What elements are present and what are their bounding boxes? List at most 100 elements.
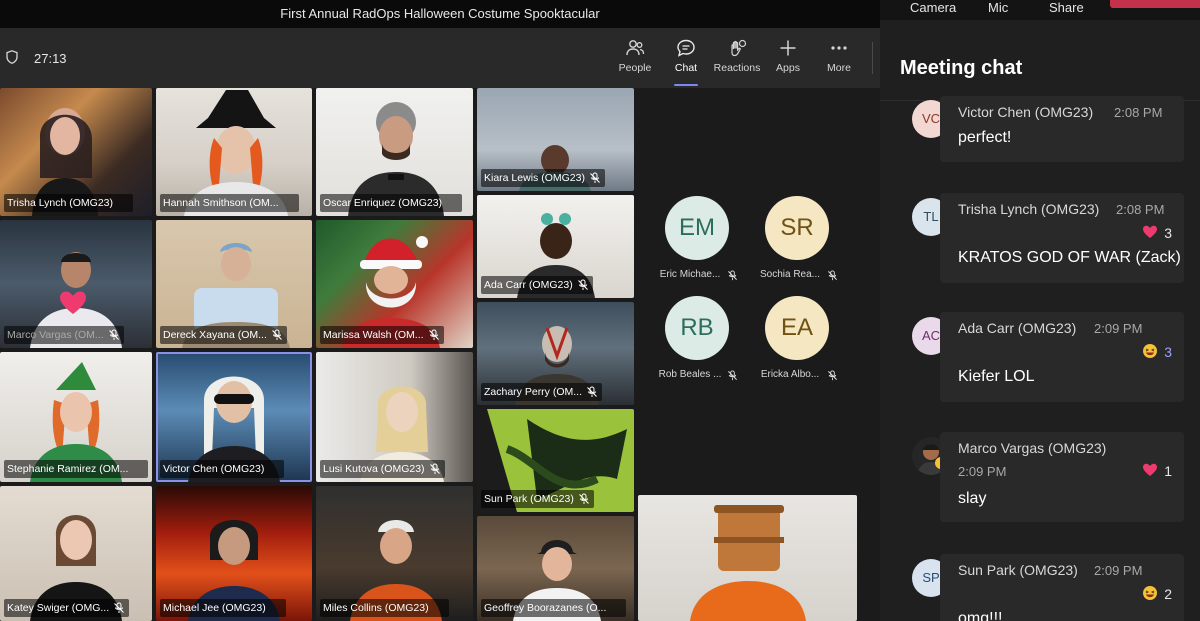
participant-name: Kiara Lewis (OMG23): [484, 172, 585, 184]
reactions-icon: [731, 39, 747, 57]
message-time: 2:08 PM: [1114, 105, 1163, 120]
self-view-tile[interactable]: [638, 495, 857, 621]
mic-off-icon: [428, 329, 439, 340]
message-sender: Marco Vargas (OMG23): [958, 440, 1107, 456]
participant-label: Rob Beales ...: [658, 369, 722, 380]
mic-off-icon: [590, 172, 600, 183]
chat-message[interactable]: Trisha Lynch (OMG23) 2:08 PM 3 KRATOS GO…: [940, 193, 1184, 283]
reaction-number: 1: [1164, 463, 1172, 479]
video-tile-trisha[interactable]: Trisha Lynch (OMG23): [0, 88, 152, 216]
mic-off-icon: [587, 386, 597, 397]
avatar: SR: [765, 196, 829, 260]
share-button[interactable]: Share: [1049, 0, 1084, 15]
video-tile-kiara[interactable]: Kiara Lewis (OMG23): [477, 88, 634, 191]
video-tile-lusi[interactable]: Lusi Kutova (OMG23): [316, 352, 473, 482]
participant-name: Michael Jee (OMG23): [163, 602, 266, 614]
reactions-label: Reactions: [713, 62, 761, 74]
video-tile-geoffrey[interactable]: Geoffrey Boorazanes (O...: [477, 516, 634, 621]
reactions-button[interactable]: Reactions: [712, 38, 762, 82]
message-sender: Victor Chen (OMG23): [958, 104, 1094, 120]
participant-name: Marissa Walsh (OM...: [323, 329, 424, 341]
participant-name: Lusi Kutova (OMG23): [323, 463, 425, 475]
mic-off-icon: [108, 329, 119, 340]
video-tile-marco[interactable]: Marco Vargas (OM...: [0, 220, 152, 348]
participant-name: Sun Park (OMG23): [484, 493, 574, 505]
audio-participant-ea[interactable]: EA Ericka Albo...: [752, 296, 842, 381]
reaction-number: 3: [1164, 344, 1172, 360]
chat-button[interactable]: Chat: [661, 38, 711, 86]
people-button[interactable]: People: [610, 38, 660, 82]
mic-off-icon: [728, 270, 737, 281]
meeting-toolbar: 27:13 People Chat Reactions Apps More: [0, 28, 880, 88]
window-titlebar: First Annual RadOps Halloween Costume Sp…: [0, 0, 880, 28]
nametag: Katey Swiger (OMG...: [4, 599, 130, 617]
avatar: EM: [665, 196, 729, 260]
message-time: 2:08 PM: [1116, 202, 1165, 217]
audio-participant-em[interactable]: EM Eric Michae...: [652, 196, 742, 281]
video-tile-ada[interactable]: Ada Carr (OMG23): [477, 195, 634, 298]
message-sender: Trisha Lynch (OMG23): [958, 201, 1100, 217]
participant-name: Ada Carr (OMG23): [484, 279, 573, 291]
mic-off-icon: [429, 463, 440, 474]
participant-name: Katey Swiger (OMG...: [7, 602, 110, 614]
participant-name: Dereck Xayana (OM...: [163, 329, 267, 341]
meeting-timer: 27:13: [34, 51, 67, 66]
video-tile-marissa[interactable]: Marissa Walsh (OM...: [316, 220, 473, 348]
video-tile-katey[interactable]: Katey Swiger (OMG...: [0, 486, 152, 621]
nametag: Hannah Smithson (OM...: [160, 194, 299, 212]
chat-message[interactable]: Victor Chen (OMG23) 2:08 PM perfect!: [940, 96, 1184, 162]
nametag: Marissa Walsh (OM...: [320, 326, 444, 344]
video-tile-sun[interactable]: Sun Park (OMG23): [477, 409, 634, 512]
participant-label: Sochia Rea...: [759, 269, 821, 280]
more-icon: [831, 46, 847, 50]
reaction-count[interactable]: 2: [1142, 585, 1172, 602]
plus-icon: [780, 40, 796, 56]
more-button[interactable]: More: [814, 38, 864, 82]
more-label: More: [827, 62, 851, 74]
avatar: EA: [765, 296, 829, 360]
reaction-count[interactable]: 1: [1142, 462, 1172, 479]
audio-participant-rb[interactable]: RB Rob Beales ...: [652, 296, 742, 381]
mic-off-icon: [271, 329, 282, 340]
avatar: RB: [665, 296, 729, 360]
video-tile-stephanie[interactable]: Stephanie Ramirez (OM...: [0, 352, 152, 482]
message-time: 2:09 PM: [1094, 321, 1143, 336]
chat-icon: [677, 39, 695, 57]
participant-name: Victor Chen (OMG23): [163, 463, 265, 475]
people-label: People: [618, 62, 652, 74]
participant-label: Ericka Albo...: [760, 369, 820, 380]
audio-participant-sr[interactable]: SR Sochia Rea...: [752, 196, 842, 281]
reaction-count[interactable]: 3: [1142, 343, 1172, 360]
participant-name: Hannah Smithson (OM...: [163, 197, 279, 209]
people-icon: [626, 40, 645, 56]
nametag: Oscar Enriquez (OMG23): [320, 194, 463, 212]
participant-name: Ericka Albo...: [752, 369, 842, 381]
leave-button[interactable]: [1110, 0, 1200, 8]
heart-icon: [1143, 463, 1158, 476]
participant-name: Rob Beales ...: [652, 369, 742, 381]
message-time: 2:09 PM: [958, 464, 1007, 479]
mic-toggle[interactable]: Mic: [988, 0, 1008, 15]
participant-name: Geoffrey Boorazanes (O...: [484, 602, 607, 614]
video-tile-michael[interactable]: Michael Jee (OMG23): [156, 486, 312, 621]
reaction-number: 2: [1164, 586, 1172, 602]
video-tile-dereck[interactable]: Dereck Xayana (OM...: [156, 220, 312, 348]
video-tile-oscar[interactable]: Oscar Enriquez (OMG23): [316, 88, 473, 216]
nametag: Sun Park (OMG23): [481, 490, 594, 508]
chat-message[interactable]: Marco Vargas (OMG23) 2:09 PM 1 slay: [940, 432, 1184, 522]
chat-message[interactable]: Ada Carr (OMG23) 2:09 PM 3 Kiefer LOL: [940, 312, 1184, 402]
apps-button[interactable]: Apps: [763, 38, 813, 82]
video-tile-hannah[interactable]: Hannah Smithson (OM...: [156, 88, 312, 216]
participant-name: Stephanie Ramirez (OM...: [7, 463, 129, 475]
chat-message[interactable]: Sun Park (OMG23) 2:09 PM 2 omg!!!: [940, 554, 1184, 621]
shield-icon[interactable]: [6, 50, 18, 64]
nametag: Geoffrey Boorazanes (O...: [481, 599, 627, 617]
video-tile-miles[interactable]: Miles Collins (OMG23): [316, 486, 473, 621]
reaction-count[interactable]: 3: [1142, 224, 1172, 241]
video-tile-zachary[interactable]: Zachary Perry (OM...: [477, 302, 634, 405]
message-text: perfect!: [958, 129, 1012, 146]
message-text: slay: [958, 490, 987, 507]
nametag: Kiara Lewis (OMG23): [481, 169, 605, 187]
video-tile-victor[interactable]: Victor Chen (OMG23): [156, 352, 312, 482]
camera-toggle[interactable]: Camera: [910, 0, 956, 15]
